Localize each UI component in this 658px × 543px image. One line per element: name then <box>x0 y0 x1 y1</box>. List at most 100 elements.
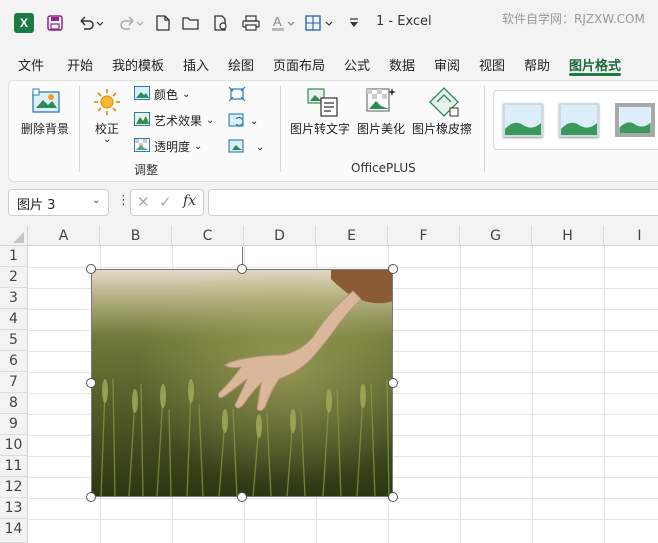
tab-view[interactable]: 视图 <box>479 55 505 74</box>
resize-handle-top[interactable] <box>237 264 247 274</box>
row-header[interactable]: 8 <box>0 393 28 414</box>
new-file-icon[interactable] <box>153 13 173 33</box>
column-header[interactable]: H <box>532 226 604 246</box>
grid-line <box>28 498 658 499</box>
transparency-button[interactable]: 透明度 ⌄ <box>134 138 202 155</box>
save-icon[interactable] <box>44 13 66 33</box>
row-header[interactable]: 2 <box>0 267 28 288</box>
officeplus-group-label: OfficePLUS <box>351 161 416 175</box>
customize-quick-access-icon[interactable] <box>345 13 363 33</box>
color-icon <box>134 86 150 103</box>
picture-style-2[interactable] <box>559 103 599 137</box>
cancel-icon[interactable]: ✕ <box>137 193 150 211</box>
print-preview-icon[interactable] <box>210 13 232 33</box>
watermark-text: 软件自学网：RJZXW.COM <box>502 12 645 26</box>
tab-home[interactable]: 开始 <box>67 55 93 74</box>
excel-logo-icon: X <box>14 13 34 33</box>
chevron-down-icon: ⌄ <box>194 141 203 152</box>
chevron-down-icon: ⌄ <box>250 116 259 127</box>
row-header[interactable]: 5 <box>0 330 28 351</box>
reset-picture-icon <box>228 138 246 157</box>
column-header[interactable]: D <box>244 226 316 246</box>
tab-insert[interactable]: 插入 <box>183 55 209 74</box>
picture-eraser-button[interactable]: 图片橡皮擦 <box>412 86 476 142</box>
tab-draw[interactable]: 绘图 <box>228 55 254 74</box>
chevron-down-icon[interactable]: ⌄ <box>92 195 100 206</box>
column-header[interactable]: C <box>172 226 244 246</box>
svg-text:A: A <box>273 14 282 29</box>
tab-file[interactable]: 文件 <box>18 55 44 74</box>
redo-icon[interactable] <box>114 13 146 33</box>
grid-line <box>28 267 658 268</box>
resize-handle-bottom[interactable] <box>237 492 247 502</box>
tab-picture-format[interactable]: 图片格式 <box>569 55 621 74</box>
row-header[interactable]: 1 <box>0 246 28 267</box>
column-header[interactable]: F <box>388 226 460 246</box>
borders-icon[interactable] <box>304 13 338 33</box>
select-all-corner[interactable] <box>0 226 28 246</box>
print-icon[interactable] <box>240 13 262 33</box>
tab-data[interactable]: 数据 <box>389 55 415 74</box>
row-header[interactable]: 9 <box>0 414 28 435</box>
compress-pictures-button[interactable] <box>228 86 246 105</box>
column-header[interactable]: B <box>100 226 172 246</box>
picture-style-1[interactable] <box>503 103 543 137</box>
resize-handle-right[interactable] <box>388 378 398 388</box>
picture-beautify-button[interactable]: 图片美化 <box>357 86 409 142</box>
formula-buttons: ✕ ✓ fx <box>130 189 204 216</box>
tab-my-templates[interactable]: 我的模板 <box>112 55 164 74</box>
resize-handle-left[interactable] <box>86 378 96 388</box>
row-header[interactable]: 6 <box>0 351 28 372</box>
selection-border <box>91 269 393 497</box>
chevron-down-icon: ⌄ <box>256 142 265 153</box>
more-options-icon[interactable]: ⋮ <box>117 193 130 208</box>
row-header[interactable]: 13 <box>0 498 28 519</box>
picture-eraser-icon <box>428 86 460 121</box>
font-color-icon[interactable]: A <box>268 13 298 33</box>
confirm-icon[interactable]: ✓ <box>159 193 172 211</box>
remove-background-label: 删除背景 <box>21 122 70 136</box>
column-header[interactable]: A <box>28 226 100 246</box>
resize-handle-top-right[interactable] <box>388 264 398 274</box>
adjust-group-label: 调整 <box>134 163 159 177</box>
active-tab-indicator <box>569 73 621 76</box>
picture-style-3[interactable] <box>615 103 655 137</box>
picture-to-text-button[interactable]: 图片转文字 <box>290 86 354 142</box>
column-header[interactable]: E <box>316 226 388 246</box>
insert-function-icon[interactable]: fx <box>183 193 196 209</box>
column-header[interactable]: I <box>604 226 658 246</box>
transparency-label: 透明度 <box>154 140 191 154</box>
tab-help[interactable]: 帮助 <box>524 55 550 74</box>
open-folder-icon[interactable] <box>180 13 202 33</box>
change-picture-button[interactable]: ⌄ <box>228 112 258 131</box>
tab-formulas[interactable]: 公式 <box>344 55 370 74</box>
picture-to-text-icon <box>307 86 339 121</box>
reset-picture-button[interactable]: ⌄ <box>228 138 264 157</box>
artistic-effects-icon <box>134 112 150 129</box>
row-header[interactable]: 3 <box>0 288 28 309</box>
undo-icon[interactable] <box>74 13 106 33</box>
tab-page-layout[interactable]: 页面布局 <box>273 55 325 74</box>
formula-input[interactable] <box>208 189 658 216</box>
artistic-effects-button[interactable]: 艺术效果 ⌄ <box>134 112 214 129</box>
change-picture-icon <box>228 112 246 131</box>
ribbon-separator <box>79 86 80 172</box>
row-header[interactable]: 7 <box>0 372 28 393</box>
name-box-value: 图片 3 <box>17 198 56 213</box>
row-header[interactable]: 12 <box>0 477 28 498</box>
row-header[interactable]: 11 <box>0 456 28 477</box>
tab-review[interactable]: 审阅 <box>434 55 460 74</box>
resize-handle-top-left[interactable] <box>86 264 96 274</box>
transparency-icon <box>134 138 150 155</box>
picture-to-text-label: 图片转文字 <box>290 122 351 136</box>
color-button[interactable]: 颜色 ⌄ <box>134 86 190 103</box>
row-header[interactable]: 10 <box>0 435 28 456</box>
resize-handle-bottom-right[interactable] <box>388 492 398 502</box>
corrections-button[interactable]: 校正 ⌄ <box>86 86 128 150</box>
row-header[interactable]: 4 <box>0 309 28 330</box>
landscape-thumbnail-icon <box>561 105 597 135</box>
remove-background-button[interactable]: 删除背景 <box>18 86 76 146</box>
row-header[interactable]: 14 <box>0 519 28 543</box>
column-header[interactable]: G <box>460 226 532 246</box>
resize-handle-bottom-left[interactable] <box>86 492 96 502</box>
